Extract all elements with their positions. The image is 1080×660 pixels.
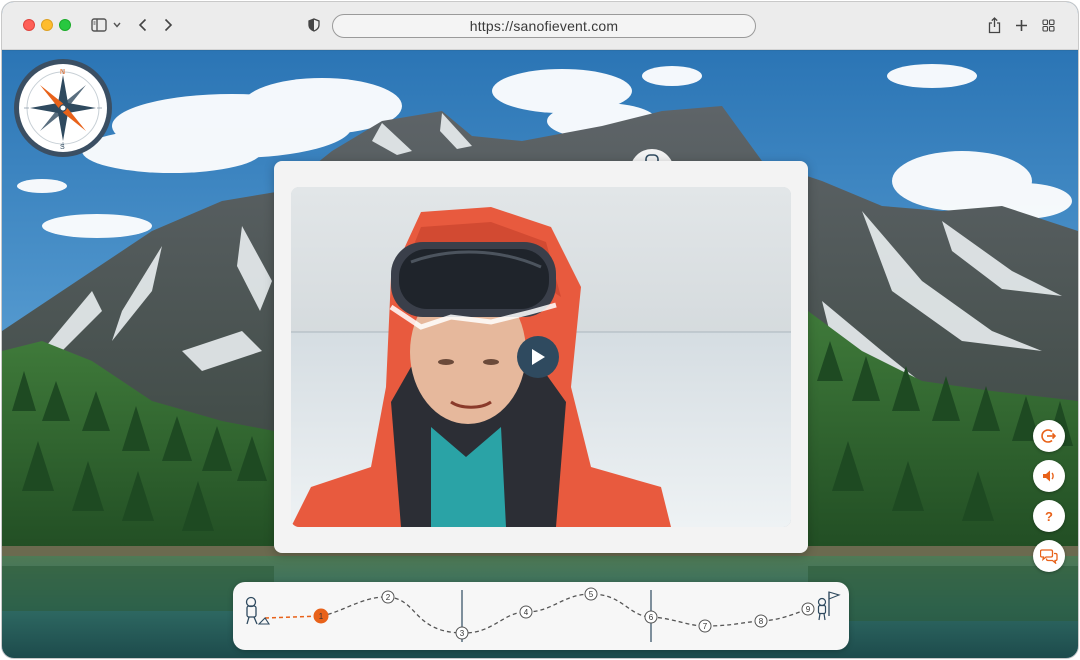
journey-step-label: 1	[319, 612, 324, 621]
help-button[interactable]: ?	[1033, 500, 1065, 532]
video-player[interactable]	[291, 187, 791, 527]
compass[interactable]: N S	[14, 59, 112, 157]
question-icon: ?	[1045, 508, 1053, 524]
journey-step-4[interactable]: 4	[519, 605, 533, 619]
journey-step-label: 7	[703, 622, 708, 631]
forward-icon[interactable]	[161, 14, 175, 36]
journey-map: 1 2 3 4 5 6 7 8 9	[245, 587, 841, 642]
journey-step-3[interactable]: 3	[455, 626, 469, 640]
journey-step-label: 8	[759, 617, 764, 626]
tab-overview-icon[interactable]	[1041, 14, 1055, 36]
chevron-down-icon[interactable]	[112, 14, 122, 36]
journey-step-1[interactable]: 1	[313, 608, 329, 624]
journey-step-label: 9	[806, 605, 811, 614]
mountain-scene: N S ? 1 2 3 4 5 6 7 8 9	[2, 51, 1078, 658]
journey-step-2[interactable]: 2	[381, 590, 395, 604]
compass-south-label: S	[60, 144, 65, 151]
share-icon[interactable]	[987, 14, 1001, 36]
new-tab-icon[interactable]	[1014, 14, 1028, 36]
chat-button[interactable]	[1033, 540, 1065, 572]
journey-step-label: 3	[460, 629, 465, 638]
journey-step-5[interactable]: 5	[584, 587, 598, 601]
play-button[interactable]	[517, 336, 559, 378]
journey-progress-bar: 1 2 3 4 5 6 7 8 9	[233, 582, 849, 650]
chat-icon	[1040, 549, 1058, 564]
url-text: https://sanofievent.com	[469, 18, 619, 34]
exit-icon	[1041, 429, 1057, 443]
browser-toolbar: https://sanofievent.com	[2, 2, 1078, 50]
play-icon	[532, 349, 545, 365]
video-modal	[274, 161, 808, 553]
journey-step-label: 5	[589, 590, 594, 599]
journey-step-6[interactable]: 6	[644, 610, 658, 624]
sound-button[interactable]	[1033, 460, 1065, 492]
compass-icon: N S	[19, 64, 107, 152]
journey-step-label: 6	[649, 613, 654, 622]
exit-button[interactable]	[1033, 420, 1065, 452]
shield-icon	[307, 14, 321, 36]
journey-step-9[interactable]: 9	[801, 602, 815, 616]
address-bar[interactable]: https://sanofievent.com	[332, 14, 756, 38]
speaker-icon	[1043, 470, 1054, 482]
hiker-icon	[245, 596, 271, 625]
minimize-window-button[interactable]	[41, 19, 53, 31]
browser-window: https://sanofievent.com N S ? 1 2 3 4 5 …	[2, 2, 1078, 658]
journey-step-8[interactable]: 8	[754, 614, 768, 628]
compass-north-label: N	[60, 69, 65, 76]
summit-flag-icon	[817, 591, 841, 621]
journey-step-label: 2	[386, 593, 391, 602]
sidebar-icon[interactable]	[90, 14, 108, 36]
journey-step-7[interactable]: 7	[698, 619, 712, 633]
close-window-button[interactable]	[23, 19, 35, 31]
journey-step-label: 4	[524, 608, 529, 617]
maximize-window-button[interactable]	[59, 19, 71, 31]
back-icon[interactable]	[135, 14, 149, 36]
